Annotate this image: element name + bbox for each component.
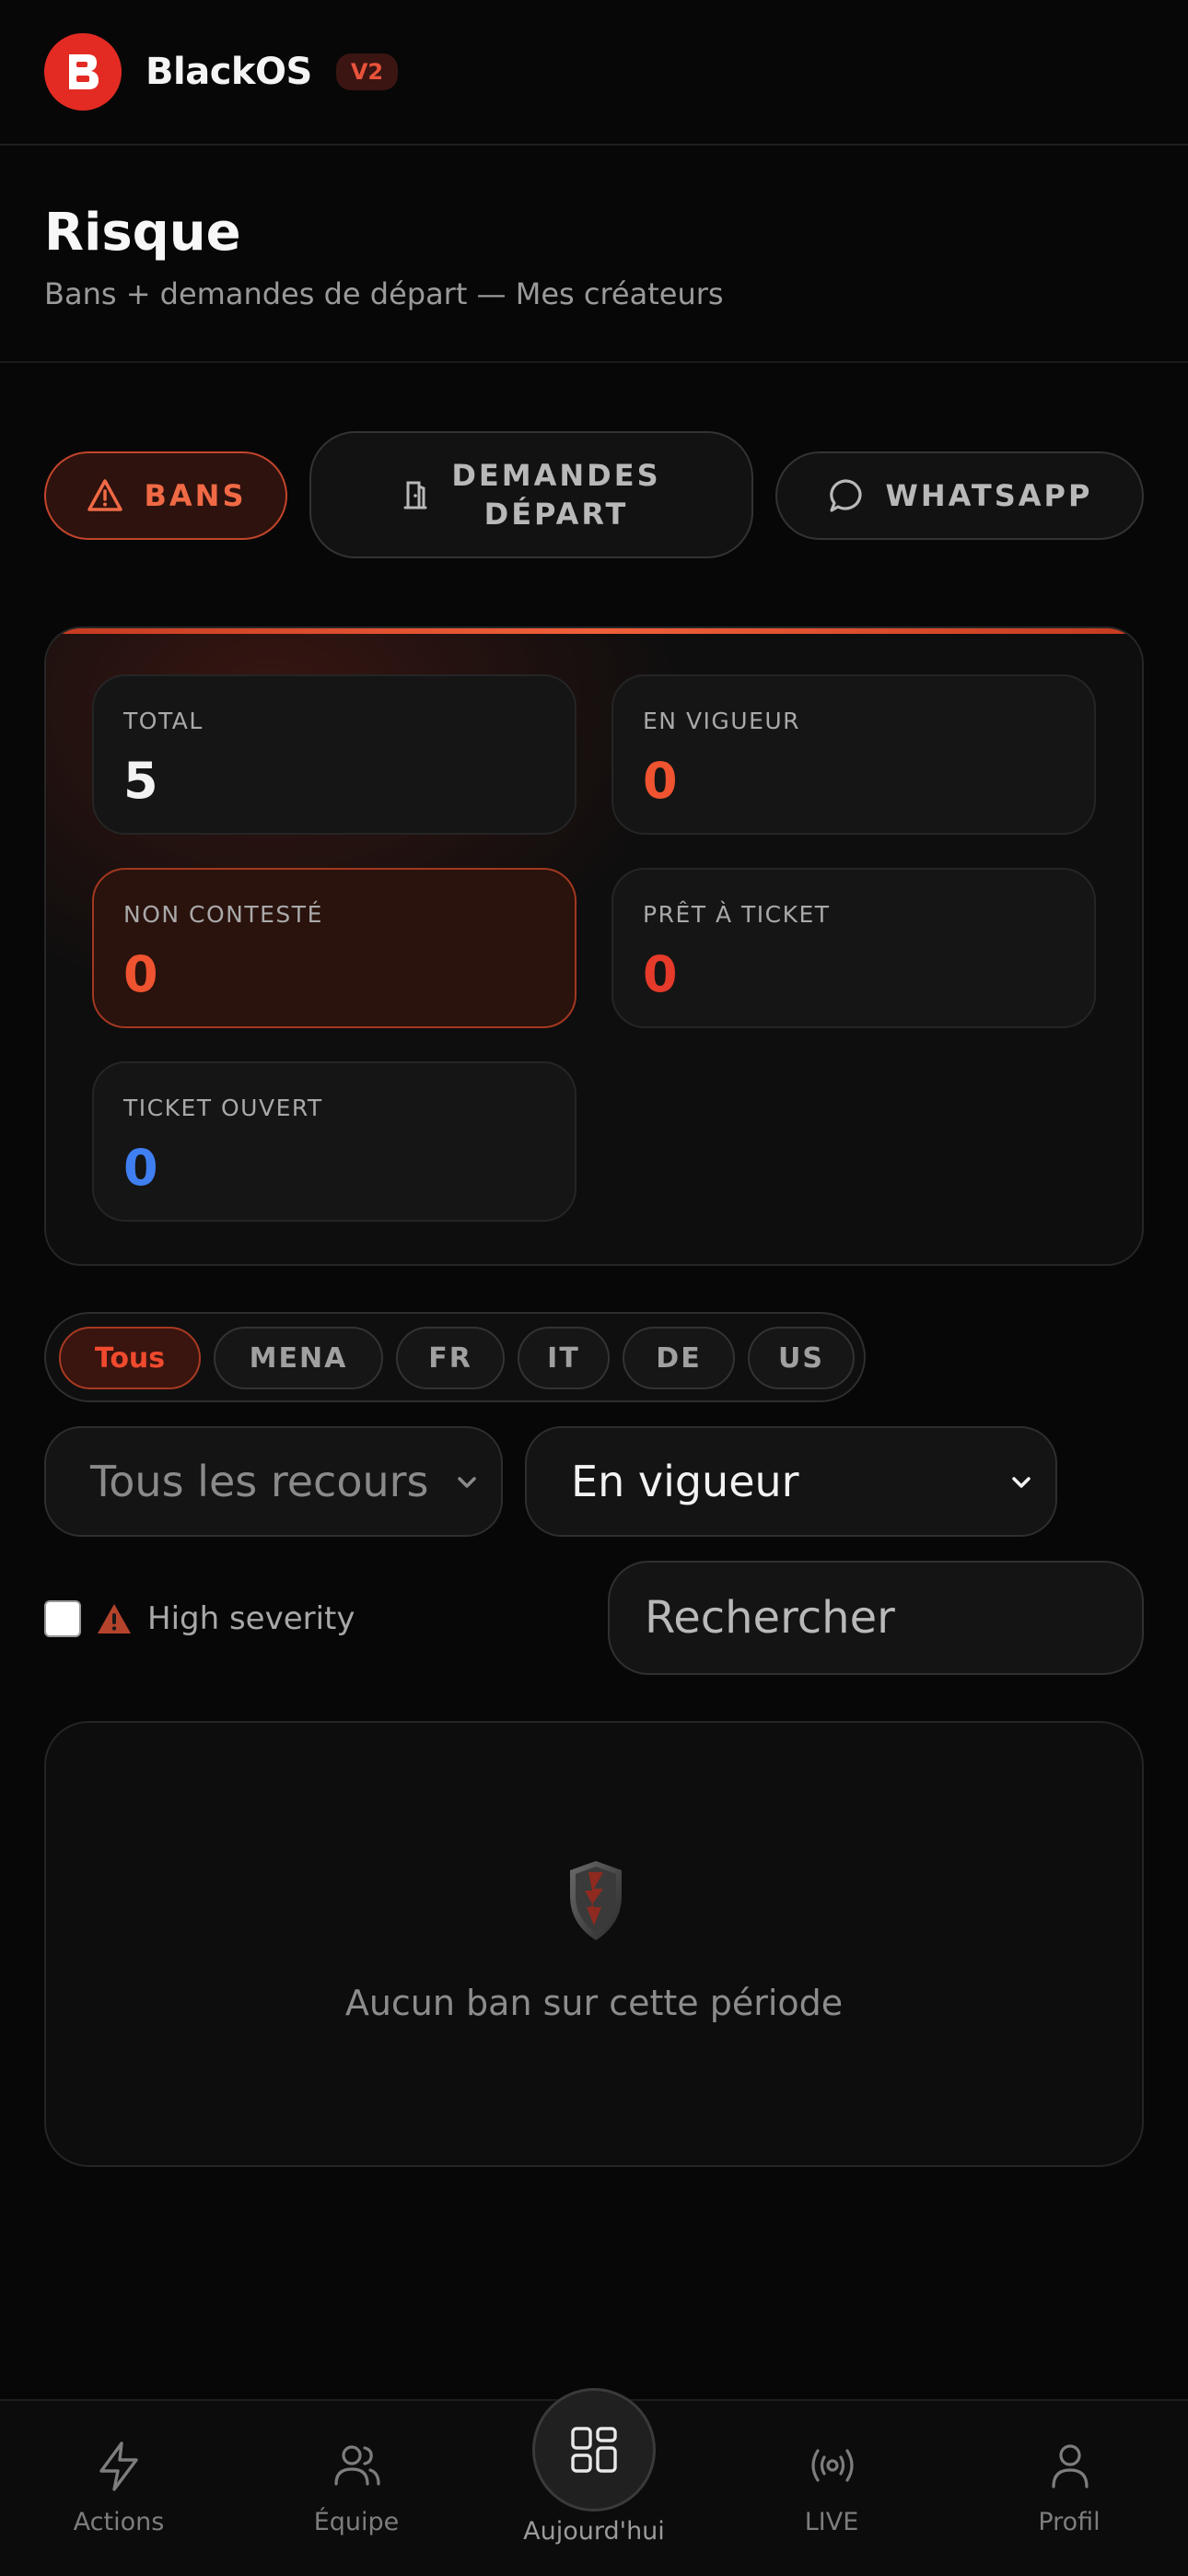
status-select-value: En vigueur xyxy=(571,1457,799,1506)
tab-whatsapp-label: WHATSAPP xyxy=(885,478,1093,513)
empty-message: Aucun ban sur cette période xyxy=(344,1983,844,2023)
stat-total[interactable]: TOTAL 5 xyxy=(92,674,577,835)
warning-icon xyxy=(87,479,122,511)
stat-label: TOTAL xyxy=(123,708,204,734)
region-chip-de[interactable]: DE xyxy=(623,1327,735,1389)
stat-value: 0 xyxy=(643,945,678,1003)
nav-actions-label: Actions xyxy=(73,2508,165,2536)
broadcast-icon xyxy=(811,2449,854,2482)
recours-select[interactable]: Tous les recours xyxy=(44,1426,503,1537)
nav-equipe[interactable]: Équipe xyxy=(264,2401,448,2576)
tab-bans[interactable]: BANS xyxy=(44,451,287,540)
page-subtitle: Bans + demandes de départ — Mes créateur… xyxy=(44,276,724,311)
region-chip-it[interactable]: IT xyxy=(518,1327,610,1389)
region-chip-fr[interactable]: FR xyxy=(396,1327,505,1389)
region-filter: Tous MENA FR IT DE US xyxy=(44,1312,866,1402)
blackos-logo-icon[interactable] xyxy=(44,33,122,111)
grid-icon xyxy=(571,2427,617,2473)
stat-label: PRÊT À TICKET xyxy=(643,901,831,928)
stat-label: NON CONTESTÉ xyxy=(123,901,323,928)
high-severity-checkbox[interactable] xyxy=(44,1600,81,1637)
tab-whatsapp[interactable]: WHATSAPP xyxy=(775,451,1144,540)
nav-live-label: LIVE xyxy=(804,2508,859,2536)
tab-bans-label: BANS xyxy=(144,478,247,513)
nav-actions[interactable]: Actions xyxy=(27,2401,211,2576)
nav-equipe-label: Équipe xyxy=(313,2508,400,2536)
nav-live[interactable]: LIVE xyxy=(740,2401,924,2576)
nav-aujourdhui-button[interactable] xyxy=(532,2388,656,2512)
stat-en-vigueur[interactable]: EN VIGUEUR 0 xyxy=(611,674,1096,835)
ban-stats-card: TOTAL 5 EN VIGUEUR 0 NON CONTESTÉ 0 PRÊT… xyxy=(44,626,1144,1266)
high-severity-filter: High severity xyxy=(44,1599,355,1638)
chevron-down-icon xyxy=(1012,1477,1031,1488)
high-severity-label: High severity xyxy=(147,1600,355,1637)
team-icon xyxy=(334,2445,380,2486)
region-chip-mena[interactable]: MENA xyxy=(214,1327,383,1389)
stat-value: 0 xyxy=(123,1139,158,1197)
stat-label: EN VIGUEUR xyxy=(643,708,801,734)
stat-value: 0 xyxy=(123,945,158,1003)
page-header: Risque Bans + demandes de départ — Mes c… xyxy=(0,146,1188,363)
warning-icon xyxy=(98,1604,131,1633)
region-chip-us[interactable]: US xyxy=(748,1327,855,1389)
nav-aujourdhui-label: Aujourd'hui xyxy=(523,2517,665,2546)
stat-value: 5 xyxy=(123,752,158,810)
page-title: Risque xyxy=(44,203,241,263)
top-bar: BlackOS V2 xyxy=(0,0,1188,146)
tab-demandes-depart[interactable]: DEMANDES DÉPART xyxy=(309,431,753,558)
tab-depart-line2: DÉPART xyxy=(483,497,629,532)
shield-icon xyxy=(570,1861,622,1940)
card-accent-bar xyxy=(46,628,1142,634)
tab-depart-line1: DEMANDES xyxy=(451,458,661,493)
stat-non-conteste[interactable]: NON CONTESTÉ 0 xyxy=(92,868,577,1028)
version-badge: V2 xyxy=(335,53,399,90)
door-icon xyxy=(403,481,427,509)
nav-profil[interactable]: Profil xyxy=(977,2401,1161,2576)
chevron-down-icon xyxy=(453,1469,481,1496)
stat-pret-a-ticket[interactable]: PRÊT À TICKET 0 xyxy=(611,868,1096,1028)
status-select[interactable]: En vigueur xyxy=(525,1426,1057,1537)
empty-state: Aucun ban sur cette période xyxy=(44,1721,1144,2167)
brand-name: BlackOS xyxy=(146,51,312,93)
search-input[interactable] xyxy=(608,1561,1144,1675)
user-icon xyxy=(1052,2444,1089,2488)
stat-label: TICKET OUVERT xyxy=(123,1095,323,1121)
stat-ticket-ouvert[interactable]: TICKET OUVERT 0 xyxy=(92,1061,577,1222)
chat-bubble-icon xyxy=(829,479,861,512)
recours-select-value: Tous les recours xyxy=(90,1457,429,1506)
lightning-icon xyxy=(99,2441,138,2491)
nav-profil-label: Profil xyxy=(1038,2508,1101,2536)
region-chip-tous[interactable]: Tous xyxy=(59,1327,201,1389)
tab-demandes-depart-label: DEMANDES DÉPART xyxy=(451,456,660,533)
stat-value: 0 xyxy=(643,752,678,810)
